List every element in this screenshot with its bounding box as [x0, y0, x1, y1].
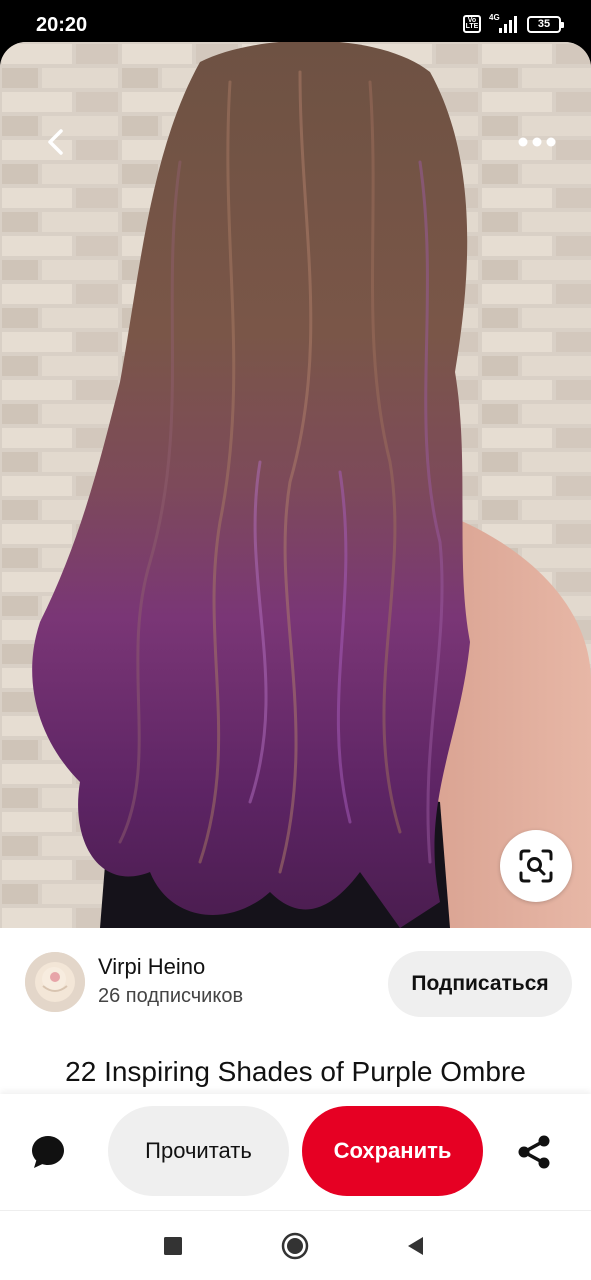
read-button[interactable]: Прочитать: [108, 1106, 289, 1196]
follow-button[interactable]: Подписаться: [388, 951, 572, 1017]
more-dots-icon: [518, 137, 556, 147]
pin-title: 22 Inspiring Shades of Purple Ombre: [65, 1056, 526, 1087]
follower-count: 26 подписчиков: [98, 985, 244, 1007]
square-icon: [164, 1237, 182, 1255]
back-button[interactable]: [32, 118, 80, 166]
volte-icon: Vo LTE: [463, 15, 481, 33]
circle-icon: [281, 1232, 309, 1260]
visual-search-button[interactable]: [500, 830, 572, 902]
save-button[interactable]: Сохранить: [302, 1106, 483, 1196]
triangle-back-icon: [408, 1237, 423, 1255]
chevron-left-icon: [48, 129, 63, 155]
signal-icon: 4G: [489, 13, 519, 33]
creator-row: Virpi Heino 26 подписчиков Подписаться: [0, 950, 591, 1020]
visual-search-icon: [519, 849, 553, 883]
avatar-rose-image: [25, 952, 85, 1012]
comment-button[interactable]: [26, 1130, 70, 1174]
avatar[interactable]: [25, 952, 85, 1012]
more-options-button[interactable]: [513, 118, 561, 166]
status-icons: Vo LTE 4G 35: [463, 13, 564, 33]
comment-bubble-icon: [32, 1136, 64, 1168]
action-bar: Прочитать Сохранить: [0, 1094, 591, 1210]
creator-name[interactable]: Virpi Heino: [98, 954, 205, 980]
share-icon: [518, 1135, 550, 1169]
battery-icon: 35: [527, 15, 564, 33]
share-button[interactable]: [512, 1130, 556, 1174]
system-nav-bar: [0, 1210, 591, 1280]
status-time: 20:20: [36, 14, 88, 36]
system-back-button[interactable]: [398, 1228, 434, 1264]
pin-image[interactable]: [0, 42, 591, 928]
recents-button[interactable]: [155, 1228, 191, 1264]
home-button[interactable]: [277, 1228, 313, 1264]
